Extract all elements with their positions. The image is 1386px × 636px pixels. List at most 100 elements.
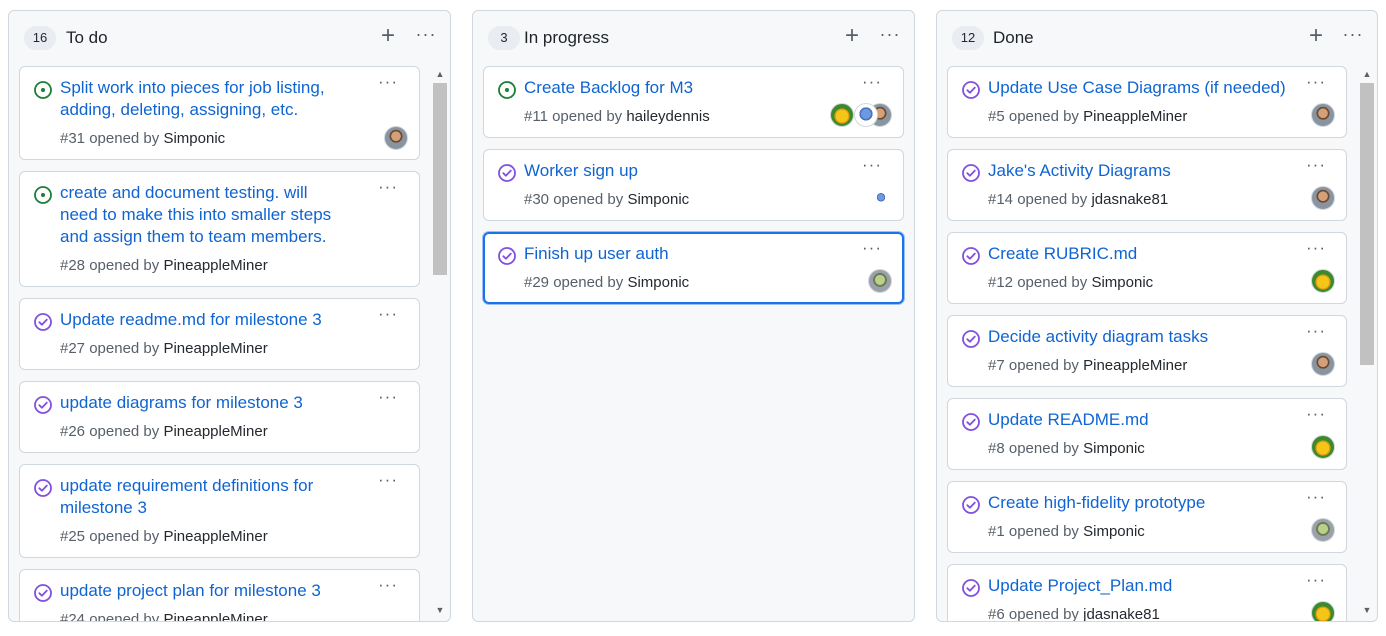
issue-title[interactable]: Update Use Case Diagrams (if needed) [988,77,1286,99]
avatar[interactable] [1311,352,1335,376]
card-menu-button[interactable]: ··· [1303,73,1329,94]
avatar[interactable] [1311,103,1335,127]
card-menu-button[interactable]: ··· [375,388,401,409]
scroll-down-arrow-icon[interactable]: ▼ [1362,605,1372,615]
issue-card-1[interactable]: Create high-fidelity prototype #1 opened… [947,481,1347,553]
issue-title[interactable]: Create high-fidelity prototype [988,492,1205,514]
card-menu-button[interactable]: ··· [375,305,401,326]
column-count-badge: 12 [952,26,984,50]
issue-card-27[interactable]: Update readme.md for milestone 3 #27 ope… [19,298,420,370]
avatar[interactable] [384,126,408,150]
card-menu-button[interactable]: ··· [375,73,401,94]
column-menu-button[interactable]: ··· [1340,25,1366,49]
issue-title[interactable]: Create RUBRIC.md [988,243,1137,265]
card-menu-button[interactable]: ··· [1303,239,1329,260]
avatar[interactable] [1311,518,1335,542]
issue-title[interactable]: Create Backlog for M3 [524,77,693,99]
avatar[interactable] [868,269,892,293]
issue-title[interactable]: Update readme.md for milestone 3 [60,309,322,331]
issue-card-8[interactable]: Update README.md #8 opened by Simponic ·… [947,398,1347,470]
column-title: To do [66,28,108,47]
issue-title[interactable]: Split work into pieces for job listing, … [60,77,325,121]
issue-card-6[interactable]: Update Project_Plan.md #6 opened by jdas… [947,564,1347,621]
issue-author[interactable]: PineappleMiner [163,611,267,621]
avatar[interactable] [854,103,878,127]
issue-card-24[interactable]: update project plan for milestone 3 #24 … [19,569,420,621]
issue-author[interactable]: Simponic [627,191,689,208]
issue-title[interactable]: Decide activity diagram tasks [988,326,1208,348]
card-menu-button[interactable]: ··· [1303,156,1329,177]
issue-author[interactable]: Simponic [1083,523,1145,540]
card-menu-button[interactable]: ··· [1303,571,1329,592]
issue-author[interactable]: PineappleMiner [163,257,267,274]
scroll-up-arrow-icon[interactable]: ▲ [1362,69,1372,79]
issue-title[interactable]: update project plan for milestone 3 [60,580,321,602]
issue-meta: #31 opened by Simponic [60,129,225,149]
issue-title[interactable]: Jake's Activity Diagrams [988,160,1171,182]
issue-author[interactable]: Simponic [627,274,689,291]
issue-author[interactable]: PineappleMiner [163,528,267,545]
issue-title[interactable]: Finish up user auth [524,243,669,265]
issue-card-11[interactable]: Create Backlog for M3 #11 opened by hail… [483,66,904,138]
add-card-button[interactable]: + [1305,24,1327,49]
issue-card-5[interactable]: Update Use Case Diagrams (if needed) #5 … [947,66,1347,138]
avatar[interactable] [874,191,888,205]
issue-author[interactable]: PineappleMiner [1083,108,1187,125]
issue-author[interactable]: jdasnake81 [1083,606,1160,621]
issue-card-25[interactable]: update requirement definitions for miles… [19,464,420,558]
scroll-down-arrow-icon[interactable]: ▼ [435,605,445,615]
issue-closed-icon [962,164,980,182]
card-menu-button[interactable]: ··· [859,156,885,177]
card-menu-button[interactable]: ··· [859,73,885,94]
issue-closed-icon [498,164,516,182]
card-menu-button[interactable]: ··· [1303,322,1329,343]
issue-title[interactable]: create and document testing. will need t… [60,182,331,248]
card-menu-button[interactable]: ··· [1303,405,1329,426]
avatar[interactable] [1311,435,1335,459]
column-menu-button[interactable]: ··· [877,25,903,49]
avatar[interactable] [1311,186,1335,210]
issue-card-29[interactable]: Finish up user auth #29 opened by Simpon… [483,232,904,304]
card-menu-button[interactable]: ··· [1303,488,1329,509]
issue-number: #5 [988,108,1005,125]
issue-title[interactable]: update requirement definitions for miles… [60,475,313,519]
column-menu-button[interactable]: ··· [413,25,439,49]
column-scrollbar[interactable]: ▲ ▼ [1358,65,1375,621]
issue-author[interactable]: Simponic [163,130,225,147]
column-scrollbar[interactable]: ▲ ▼ [431,65,448,621]
add-card-button[interactable]: + [377,24,399,49]
card-menu-button[interactable]: ··· [375,178,401,199]
issue-card-12[interactable]: Create RUBRIC.md #12 opened by Simponic … [947,232,1347,304]
avatar[interactable] [830,103,854,127]
issue-title[interactable]: Update README.md [988,409,1149,431]
card-menu-button[interactable]: ··· [375,576,401,597]
issue-card-28[interactable]: create and document testing. will need t… [19,171,420,287]
issue-card-14[interactable]: Jake's Activity Diagrams #14 opened by j… [947,149,1347,221]
issue-card-31[interactable]: Split work into pieces for job listing, … [19,66,420,160]
avatar[interactable] [1311,601,1335,621]
add-card-button[interactable]: + [841,24,863,49]
scroll-thumb[interactable] [433,83,447,275]
issue-card-30[interactable]: Worker sign up #30 opened by Simponic ··… [483,149,904,221]
issue-author[interactable]: PineappleMiner [163,423,267,440]
issue-card-7[interactable]: Decide activity diagram tasks #7 opened … [947,315,1347,387]
issue-author[interactable]: jdasnake81 [1091,191,1168,208]
scroll-thumb[interactable] [1360,83,1374,365]
issue-title[interactable]: Worker sign up [524,160,638,182]
issue-author[interactable]: Simponic [1083,440,1145,457]
issue-title[interactable]: update diagrams for milestone 3 [60,392,303,414]
scroll-up-arrow-icon[interactable]: ▲ [435,69,445,79]
issue-title[interactable]: Update Project_Plan.md [988,575,1172,597]
issue-meta: #6 opened by jdasnake81 [988,605,1160,621]
issue-author[interactable]: Simponic [1091,274,1153,291]
card-menu-button[interactable]: ··· [859,239,885,260]
issue-author[interactable]: PineappleMiner [163,340,267,357]
issue-number: #12 [988,274,1014,291]
issue-card-26[interactable]: update diagrams for milestone 3 #26 open… [19,381,420,453]
issue-closed-icon [962,579,980,597]
issue-author[interactable]: PineappleMiner [1083,357,1187,374]
opened-by-label: opened by [1008,357,1079,374]
card-menu-button[interactable]: ··· [375,471,401,492]
issue-author[interactable]: haileydennis [626,108,709,125]
avatar[interactable] [1311,269,1335,293]
